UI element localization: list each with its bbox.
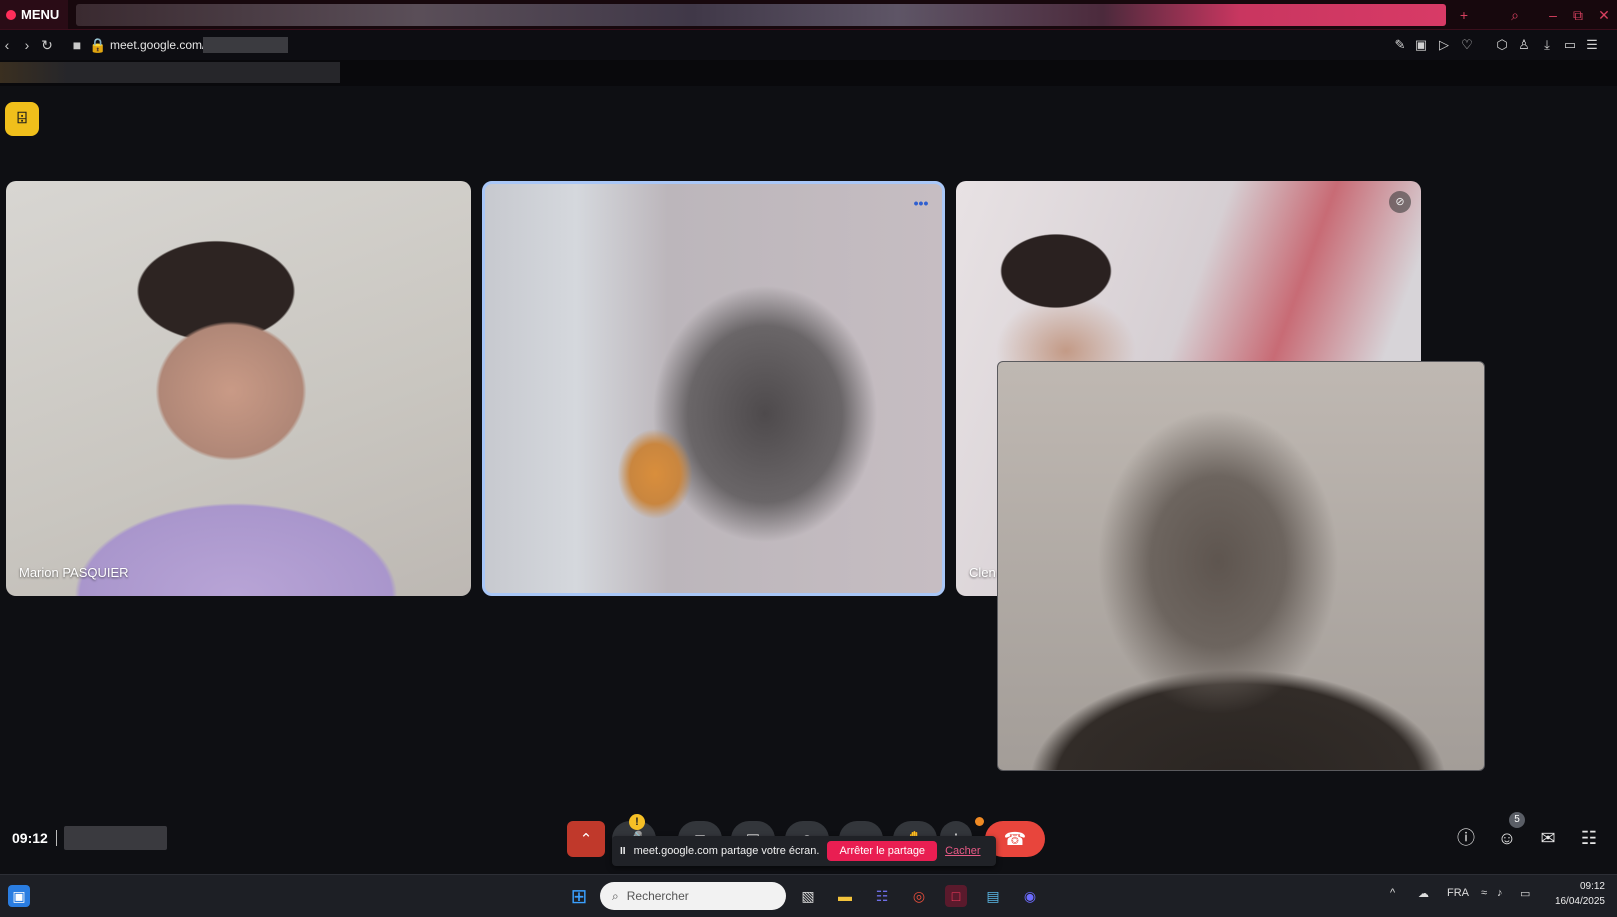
onedrive-icon[interactable]: ☁ (1418, 887, 1429, 900)
app-icon[interactable]: ◉ (1019, 885, 1041, 907)
chrome-icon[interactable]: ◎ (908, 885, 930, 907)
bookmarks-bar (0, 60, 1617, 86)
forward-icon[interactable]: › (20, 38, 34, 52)
battery-icon[interactable]: ▭ (1563, 38, 1577, 52)
language-indicator[interactable]: FRA (1447, 887, 1469, 899)
restore-icon[interactable]: ⧉ (1570, 7, 1586, 23)
download-icon[interactable]: ⤓ (1540, 38, 1554, 52)
tray-chevron-icon[interactable]: ^ (1390, 887, 1395, 899)
lock-icon[interactable]: 🔒 (89, 38, 106, 52)
opera-gx-icon[interactable]: □ (945, 885, 967, 907)
taskbar-clock[interactable]: 09:12 16/04/2025 (1555, 879, 1605, 909)
tab-strip[interactable] (76, 4, 1446, 26)
heart-icon[interactable]: ♡ (1460, 38, 1474, 52)
url-text[interactable]: meet.google.com/ (110, 38, 205, 52)
menu-label: MENU (21, 7, 60, 22)
close-window-icon[interactable]: ✕ (1596, 7, 1612, 23)
hide-banner-link[interactable]: Cacher (945, 845, 980, 857)
stop-sharing-button[interactable]: Arrêter le partage (827, 841, 938, 861)
participant-name: Clen (969, 565, 996, 580)
camera-icon[interactable]: ■ (70, 38, 84, 52)
file-explorer-icon[interactable]: ▬ (834, 885, 856, 907)
cube-icon[interactable]: ⬡ (1495, 38, 1509, 52)
browser-top-bar: MENU + ⌕ – ⧉ ✕ (0, 0, 1617, 30)
volume-icon[interactable]: ♪ (1497, 887, 1503, 899)
activities-icon[interactable]: ☷ (1577, 826, 1601, 850)
more-options-icon[interactable]: ••• (910, 194, 932, 216)
info-icon[interactable]: ⓘ (1454, 826, 1478, 850)
screen-share-banner: II meet.google.com partage votre écran. … (612, 836, 996, 866)
wifi-icon[interactable]: ≈ (1481, 887, 1487, 899)
bookmarks-redaction (0, 62, 340, 83)
notification-dot (975, 817, 984, 826)
more-controls-chevron-button[interactable]: ⌃ (567, 821, 605, 857)
search-placeholder: Rechercher (626, 889, 689, 903)
back-icon[interactable]: ‹ (0, 38, 14, 52)
new-tab-icon[interactable]: + (1456, 7, 1472, 23)
reload-icon[interactable]: ↻ (40, 38, 54, 52)
people-icon[interactable]: ☺ (1495, 826, 1519, 850)
muted-mic-icon: ⊘ (1389, 191, 1411, 213)
clock-time: 09:12 (1579, 881, 1605, 892)
meet-stage: ⌹ Marion PASQUIER ••• ⊘ Clen 09:12 ⌃ 🎤 !… (0, 86, 1617, 874)
teams-icon[interactable]: ☷ (871, 885, 893, 907)
search-tabs-icon[interactable]: ⌕ (1507, 7, 1523, 23)
notepad-icon[interactable]: ▤ (982, 885, 1004, 907)
participant-tile-1[interactable]: Marion PASQUIER (6, 181, 471, 596)
screenshot-icon[interactable]: ▣ (1414, 38, 1428, 52)
divider (56, 830, 57, 846)
widgets-icon[interactable]: ▣ (8, 885, 30, 907)
battery-tray-icon[interactable]: ▭ (1520, 887, 1530, 900)
people-count-badge: 5 (1509, 812, 1525, 828)
play-icon[interactable]: ▷ (1437, 38, 1451, 52)
meeting-time: 09:12 (12, 830, 48, 846)
search-icon: ⌕ (612, 888, 619, 903)
self-view-tile[interactable] (997, 361, 1485, 771)
menu-lines-icon[interactable]: ☰ (1585, 38, 1599, 52)
meeting-code-redaction (64, 826, 167, 850)
browser-logo-icon (6, 9, 16, 20)
chat-icon[interactable]: ✉ (1536, 826, 1560, 850)
minimize-icon[interactable]: – (1545, 7, 1561, 23)
os-taskbar: ▣ ⊞ ⌕ Rechercher ▧ ▬ ☷ ◎ □ ▤ ◉ ^ ☁ FRA ≈… (0, 874, 1617, 917)
task-view-icon[interactable]: ▧ (797, 885, 819, 907)
clock-date: 16/04/2025 (1554, 896, 1605, 907)
account-icon[interactable]: ♙ (1517, 38, 1531, 52)
warning-badge-icon: ! (629, 814, 645, 830)
edit-icon[interactable]: ✎ (1393, 38, 1407, 52)
pause-icon[interactable]: II (620, 846, 626, 857)
meeting-badge-icon[interactable]: ⌹ (5, 102, 39, 136)
participant-name: Marion PASQUIER (19, 565, 129, 580)
share-message: meet.google.com partage votre écran. (633, 845, 820, 857)
address-bar: ‹ › ↻ ■ 🔒 meet.google.com/ ✎ ▣ ▷ ♡ ⬡ ♙ ⤓… (0, 30, 1617, 60)
browser-menu-button[interactable]: MENU (0, 0, 68, 29)
taskbar-search[interactable]: ⌕ Rechercher (600, 882, 786, 910)
windows-start-icon[interactable]: ⊞ (568, 885, 590, 908)
participant-tile-2[interactable]: ••• (482, 181, 945, 596)
url-redaction (203, 37, 288, 53)
